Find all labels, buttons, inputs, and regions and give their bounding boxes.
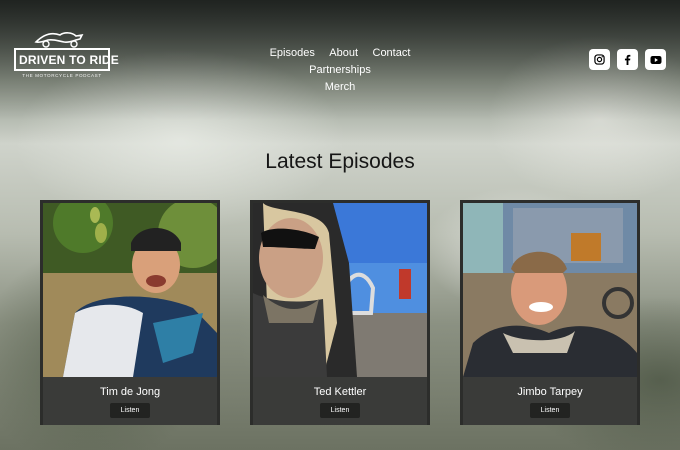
instagram-icon: [594, 54, 605, 65]
episode-card-footer: Jimbo Tarpey Listen: [463, 377, 637, 425]
youtube-icon: [650, 55, 661, 64]
nav-about[interactable]: About: [329, 45, 358, 61]
motorcycle-icon: [34, 32, 84, 48]
instagram-link[interactable]: [589, 49, 610, 70]
listen-button[interactable]: Listen: [529, 403, 571, 418]
episode-card-footer: Ted Kettler Listen: [253, 377, 427, 425]
logo-title: DRIVEN TO RIDE: [14, 48, 119, 71]
episode-guest-name: Ted Kettler: [313, 386, 367, 398]
nav-contact[interactable]: Contact: [373, 45, 411, 61]
site-logo[interactable]: DRIVEN TO RIDE THE MOTORCYCLE PODCAST: [14, 30, 119, 78]
episode-card[interactable]: Ted Kettler Listen: [250, 200, 430, 425]
facebook-link[interactable]: [617, 49, 638, 70]
social-links: [589, 49, 666, 70]
episode-guest-name: Tim de Jong: [99, 386, 161, 398]
episode-photo: [463, 203, 637, 377]
logo-tagline: THE MOTORCYCLE PODCAST: [22, 73, 102, 78]
youtube-link[interactable]: [645, 49, 666, 70]
episode-card[interactable]: Jimbo Tarpey Listen: [460, 200, 640, 425]
episode-photo: [253, 203, 427, 377]
facebook-icon: [624, 54, 631, 65]
listen-button[interactable]: Listen: [319, 403, 361, 418]
episode-card-footer: Tim de Jong Listen: [43, 377, 217, 425]
nav-merch[interactable]: Merch: [325, 79, 356, 95]
nav-partnerships[interactable]: Partnerships: [309, 62, 371, 78]
listen-button[interactable]: Listen: [109, 403, 151, 418]
episode-photo: [43, 203, 217, 377]
main-navigation: Episodes About Contact Partnerships Merc…: [230, 44, 450, 95]
nav-episodes[interactable]: Episodes: [270, 45, 315, 61]
latest-episodes-heading: Latest Episodes: [265, 150, 415, 173]
episode-card[interactable]: Tim de Jong Listen: [40, 200, 220, 425]
episode-guest-name: Jimbo Tarpey: [517, 386, 583, 398]
